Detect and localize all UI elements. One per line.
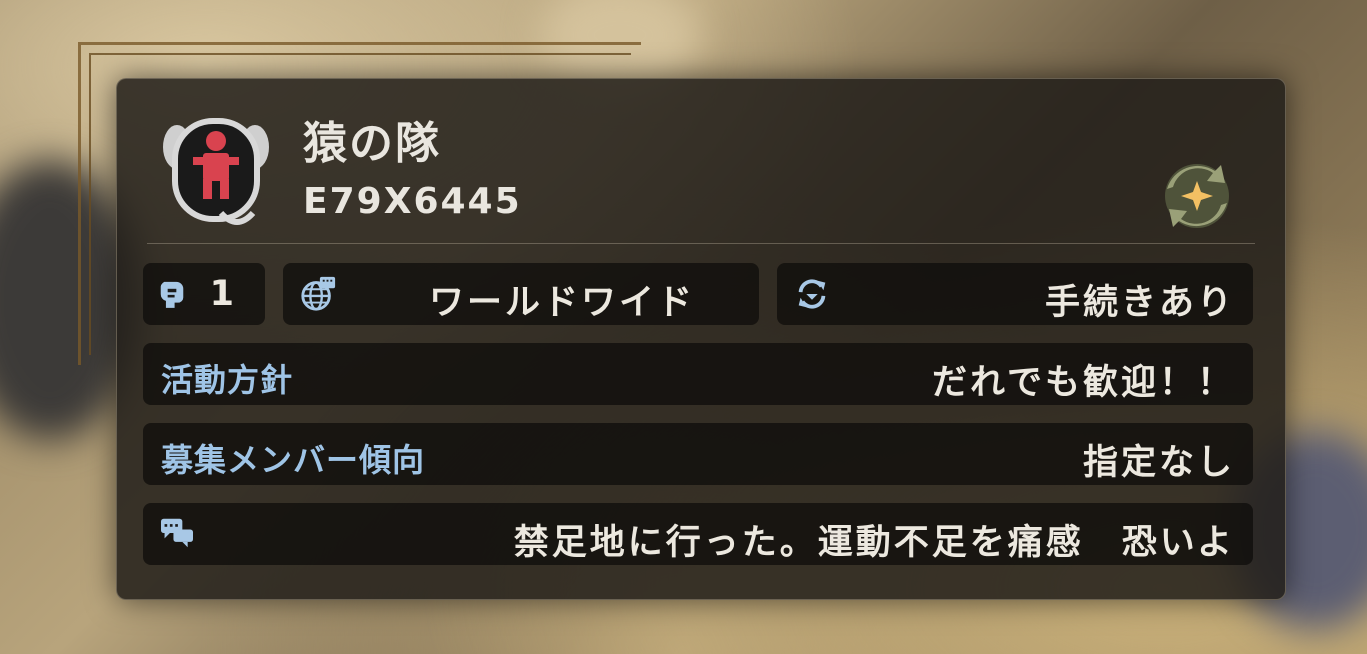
member-count: 1	[209, 274, 237, 314]
recruit-tendency-value: 指定なし	[1082, 443, 1235, 483]
member-head-icon	[160, 281, 184, 308]
recruit-tendency-label: 募集メンバー傾向	[161, 441, 426, 479]
join-type-value: 手続きあり	[1044, 283, 1235, 323]
globe-icon	[301, 276, 336, 311]
region-value: ワールドワイド	[428, 283, 695, 323]
activity-policy-label: 活動方針	[161, 361, 294, 399]
header-divider	[147, 243, 1255, 244]
activity-policy-row: 活動方針 だれでも歓迎！！	[143, 343, 1253, 405]
rank-emblem-icon	[1165, 164, 1229, 228]
team-info-panel: 猿の隊 E79X6445 1 ワールドワイド 手続きあり 活動方針 だれでも歓迎…	[116, 78, 1286, 600]
palico-team-emblem-icon	[163, 118, 269, 225]
chat-bubbles-icon	[161, 518, 193, 548]
region-cell: ワールドワイド	[283, 263, 759, 325]
team-comment-row: 禁足地に行った。運動不足を痛感 恐いよ	[143, 503, 1253, 565]
join-type-cell: 手続きあり	[777, 263, 1253, 325]
recruit-tendency-row: 募集メンバー傾向 指定なし	[143, 423, 1253, 485]
team-comment-text: 禁足地に行った。運動不足を痛感 恐いよ	[513, 523, 1235, 563]
member-count-cell: 1	[143, 263, 265, 325]
team-name: 猿の隊	[303, 118, 441, 169]
activity-policy-value: だれでも歓迎！！	[932, 363, 1235, 403]
refresh-arrows-icon	[798, 279, 826, 309]
team-id: E79X6445	[303, 181, 522, 222]
